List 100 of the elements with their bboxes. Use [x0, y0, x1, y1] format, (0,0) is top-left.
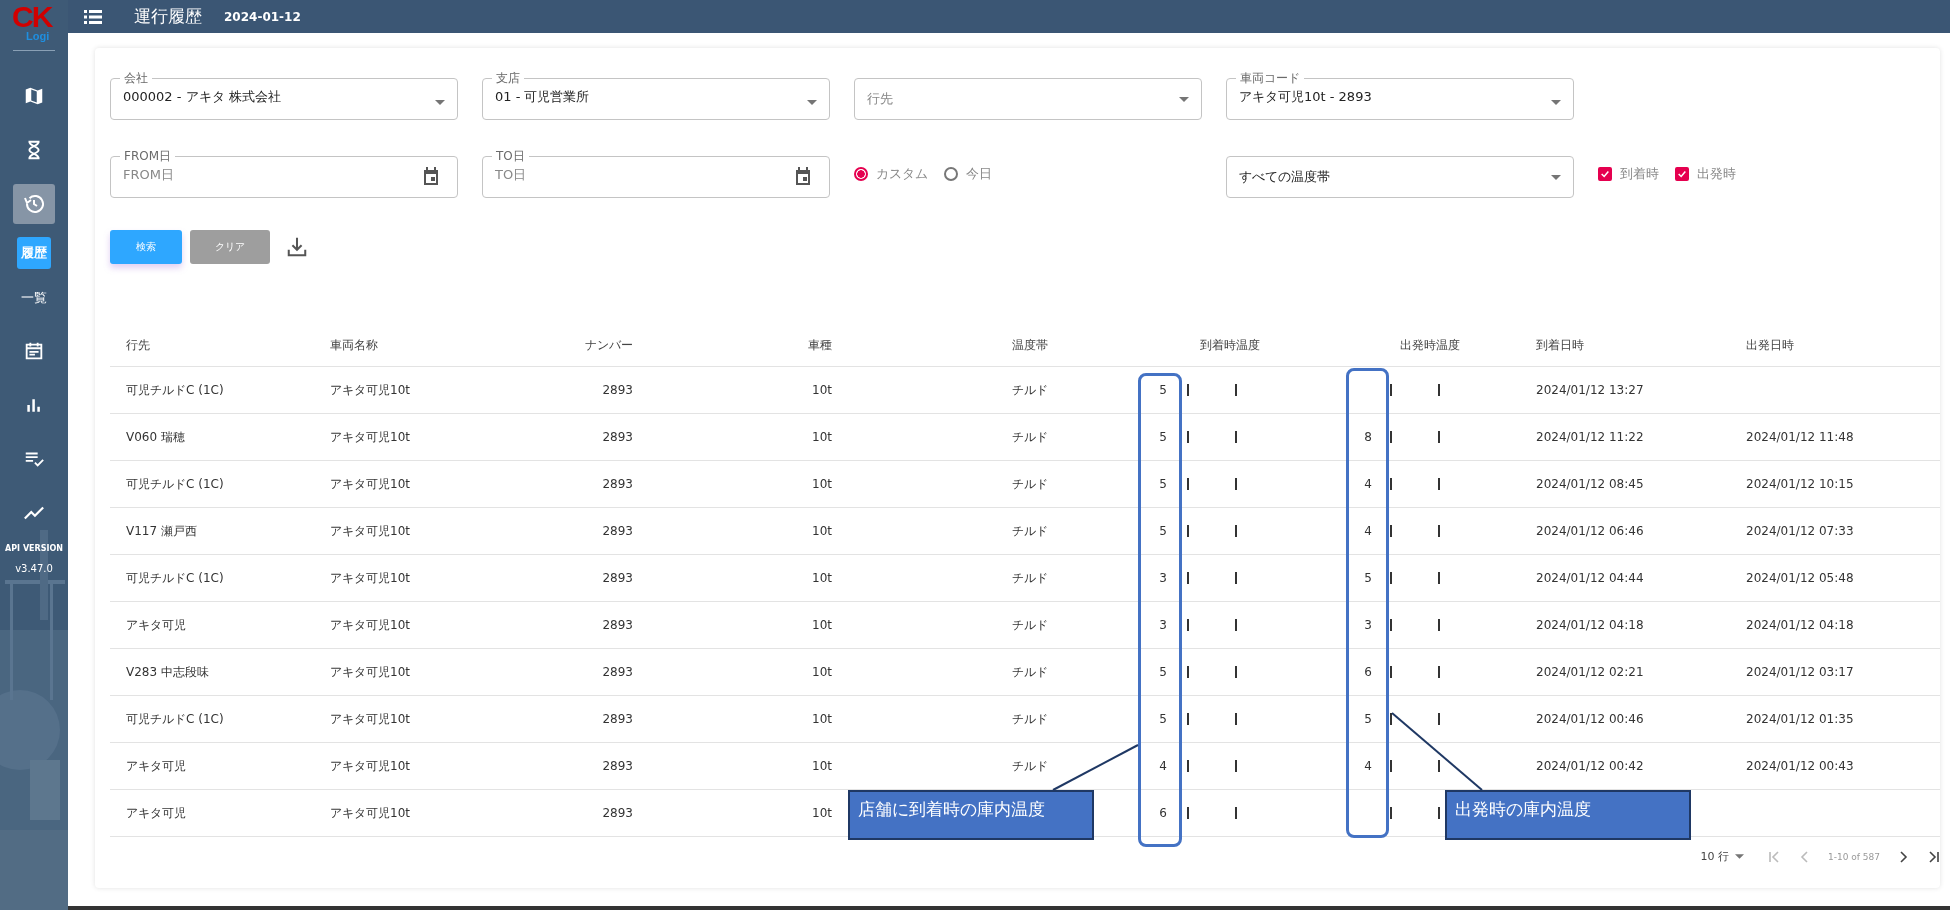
- table-cell: アキタ可児10t: [330, 663, 410, 681]
- select-field[interactable]: 会社 000002 - アキタ 株式会社: [110, 72, 458, 120]
- gauge-drawing: [1187, 384, 1237, 396]
- nav-item[interactable]: 一覧: [17, 282, 51, 314]
- menu-icon[interactable]: [84, 9, 102, 24]
- table-cell: V117 瀬戸西: [126, 522, 197, 540]
- table-cell: アキタ可児10t: [330, 616, 410, 634]
- table-cell: 8: [1364, 430, 1372, 444]
- select-field[interactable]: 行先: [854, 78, 1202, 120]
- table-cell: 2893: [602, 430, 633, 444]
- table-cell: 2024/01/12 05:48: [1746, 571, 1854, 585]
- select-field[interactable]: すべての温度帯: [1226, 156, 1574, 198]
- table-cell: 2024/01/12 00:46: [1536, 712, 1644, 726]
- last-page-icon[interactable]: [1926, 849, 1940, 864]
- table-cell: 5: [1159, 712, 1167, 726]
- nav-button[interactable]: [13, 184, 55, 224]
- table-cell: 2024/01/12 04:18: [1536, 618, 1644, 632]
- column-header: 行先: [125, 337, 151, 353]
- column-header: 到着日時: [1535, 337, 1585, 353]
- radio-option[interactable]: カスタム: [854, 165, 928, 183]
- table-cell: 4: [1364, 477, 1372, 491]
- table-cell: 3: [1159, 618, 1167, 632]
- table-cell: チルド: [1012, 381, 1048, 399]
- calendar-icon[interactable]: [423, 167, 439, 185]
- table-cell: 10t: [812, 477, 832, 491]
- table-cell: 2893: [602, 383, 633, 397]
- table-cell: 5: [1159, 665, 1167, 679]
- table-cell: V283 中志段味: [126, 663, 209, 681]
- table-cell: 3: [1159, 571, 1167, 585]
- calendar-icon: [23, 340, 45, 362]
- table-cell: アキタ可児10t: [330, 522, 410, 540]
- gauge-drawing: [1390, 384, 1440, 396]
- table-cell: 10t: [812, 430, 832, 444]
- gauge-drawing: [1390, 713, 1440, 725]
- callout-box: 店舗に到着時の庫内温度: [848, 790, 1094, 840]
- calendar-icon[interactable]: [795, 167, 811, 185]
- select-field[interactable]: 車両コード アキタ可児10t - 2893: [1226, 72, 1574, 120]
- date-field[interactable]: TO日 TO日: [482, 150, 830, 198]
- table-cell: V060 瑞穂: [126, 428, 185, 446]
- table-cell: 2893: [602, 665, 633, 679]
- table-cell: 5: [1159, 430, 1167, 444]
- select-field[interactable]: 支店 01 - 可児営業所: [482, 72, 830, 120]
- table-cell: 2024/01/12 04:44: [1536, 571, 1644, 585]
- caret-icon: [1735, 854, 1744, 859]
- table-cell: 可児チルドC (1C): [126, 569, 224, 587]
- table-cell: 2024/01/12 00:42: [1536, 759, 1644, 773]
- table-cell: 10t: [812, 571, 832, 585]
- table-cell: アキタ可児: [126, 757, 186, 775]
- gauge-drawing: [1187, 760, 1237, 772]
- checkbox-option[interactable]: 出発時: [1675, 165, 1736, 183]
- column-header: 車種: [807, 337, 833, 353]
- table-cell: 5: [1159, 477, 1167, 491]
- table-cell: アキタ可児10t: [330, 804, 410, 822]
- date-field[interactable]: FROM日 FROM日: [110, 150, 458, 198]
- table-cell: 2024/01/12 07:33: [1746, 524, 1854, 538]
- table-cell: アキタ可児10t: [330, 569, 410, 587]
- api-version-label: API VERSION: [5, 544, 63, 553]
- table-cell: アキタ可児10t: [330, 475, 410, 493]
- table-cell: チルド: [1012, 663, 1048, 681]
- table-cell: 可児チルドC (1C): [126, 475, 224, 493]
- gauge-drawing: [1390, 525, 1440, 537]
- gauge-drawing: [1390, 760, 1440, 772]
- table-cell: 5: [1364, 571, 1372, 585]
- checkbox-option[interactable]: 到着時: [1598, 165, 1659, 183]
- table-cell: 2893: [602, 618, 633, 632]
- column-header: 温度帯: [1011, 337, 1049, 353]
- rows-per-page-select[interactable]: 10 行: [1700, 849, 1744, 864]
- gauge-drawing: [1187, 666, 1237, 678]
- table-cell: アキタ可児: [126, 804, 186, 822]
- table-cell: 2024/01/12 11:48: [1746, 430, 1854, 444]
- table-cell: 2893: [602, 524, 633, 538]
- version-text: v3.47.0: [15, 563, 53, 574]
- table-cell: 2893: [602, 759, 633, 773]
- table-cell: チルド: [1012, 569, 1048, 587]
- table-cell: 可児チルドC (1C): [126, 710, 224, 728]
- table-cell: 2024/01/12 11:22: [1536, 430, 1644, 444]
- table-cell: アキタ可児10t: [330, 757, 410, 775]
- table-cell: 2024/01/12 01:35: [1746, 712, 1854, 726]
- table-cell: 2893: [602, 712, 633, 726]
- table-cell: 10t: [812, 524, 832, 538]
- caret-icon: [435, 99, 445, 105]
- table-cell: アキタ可児10t: [330, 428, 410, 446]
- table-cell: 2024/01/12 08:45: [1536, 477, 1644, 491]
- table-cell: 5: [1159, 524, 1167, 538]
- table-cell: 4: [1364, 524, 1372, 538]
- gauge-drawing: [1390, 666, 1440, 678]
- radio-option[interactable]: 今日: [944, 165, 992, 183]
- download-icon[interactable]: [286, 236, 308, 258]
- table-cell: アキタ可児10t: [330, 710, 410, 728]
- gauge-drawing: [1390, 478, 1440, 490]
- table-cell: 2893: [602, 806, 633, 820]
- caret-icon: [1179, 96, 1189, 102]
- header-date: 2024-01-12: [224, 9, 301, 24]
- gauge-drawing: [1187, 525, 1237, 537]
- table-cell: 4: [1364, 759, 1372, 773]
- gauge-drawing: [1187, 431, 1237, 443]
- table-cell: 可児チルドC (1C): [126, 381, 224, 399]
- map-icon: [23, 85, 45, 107]
- gauge-drawing: [1390, 572, 1440, 584]
- callout-box: 出発時の庫内温度: [1445, 790, 1691, 840]
